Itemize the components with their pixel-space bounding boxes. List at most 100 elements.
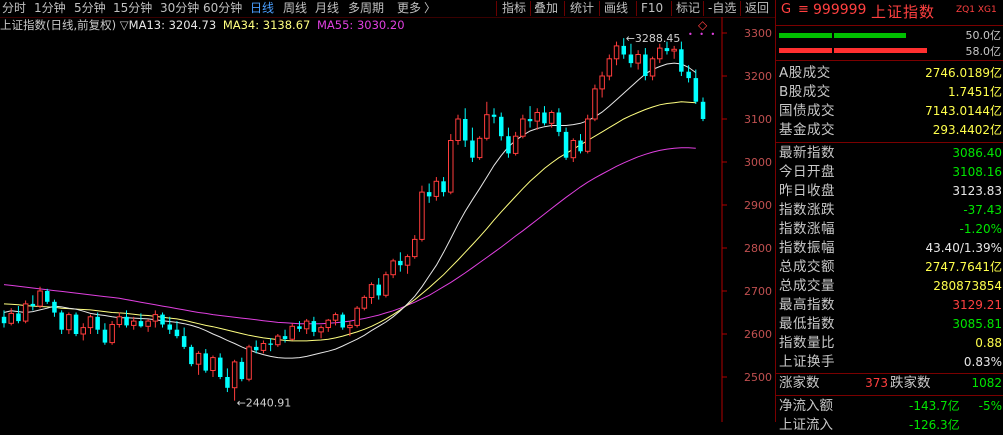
period-1[interactable]: 1分钟 [34,0,66,17]
chart-title: 上证指数(日线,前复权) [0,18,117,32]
cut-row: 上证流入 -126.3亿 [779,416,1002,435]
netflow-value: -143.7亿 [909,399,960,413]
candle [195,351,202,375]
y-tick-label: 3000 [744,156,772,169]
candle [174,321,180,339]
stat-row: 指数涨跌 -37.43 [779,201,1002,220]
menu-icon[interactable]: ≡ [798,2,809,17]
period-8[interactable]: 月线 [315,0,339,17]
stat-label: 最低指数 [779,316,835,332]
tool-5[interactable]: 标记 [676,0,700,17]
stat-row: 指数振幅 43.40/1.39% [779,239,1002,258]
candle [376,278,381,300]
candle [102,323,108,345]
netflow-label: 净流入额 [779,398,833,414]
candle [59,310,64,334]
candle [30,295,36,311]
period-7[interactable]: 周线 [283,0,307,17]
candle [570,138,577,162]
candle [463,108,468,147]
y-tick-label: 3300 [744,27,772,40]
tool-3[interactable]: 画线 [604,0,628,17]
stat-label: 指数量比 [779,335,835,351]
candle [246,344,252,382]
tool-0[interactable]: 指标 [502,0,526,17]
candle [332,312,339,326]
tool-4[interactable]: F10 [641,0,663,17]
stat-label: 指数振幅 [779,240,835,256]
tool-2[interactable]: 统计 [570,0,594,17]
stat-row: B股成交 1.7451亿 [779,83,1002,102]
collapse-triangle-icon[interactable]: ▽ [120,18,129,32]
candle [45,288,50,304]
period-10[interactable]: 更多 [397,0,421,17]
candle [297,321,302,332]
period-3[interactable]: 15分钟 [113,0,152,17]
stat-value: 0.83% [963,355,1002,369]
tool-6[interactable]: -自选 [708,0,736,17]
down-count-label: 跌家数 [890,375,931,391]
toolbar-divider [530,1,531,16]
more-dots-icon[interactable]: • • • [688,30,717,39]
panel-tag[interactable]: ZQ1 XG1 [956,5,997,15]
g-icon[interactable]: G [781,2,791,17]
more-chevron-icon[interactable]: 〉 [424,0,436,17]
period-2[interactable]: 5分钟 [74,0,106,17]
candle [484,101,490,141]
candle [657,43,663,64]
stat-label: 国债成交 [779,103,835,119]
candle [412,235,418,259]
stat-row: 指数量比 0.88 [779,334,1002,353]
stat-label: 上证换手 [779,354,835,370]
candle [368,282,375,304]
candle [95,312,100,334]
candle [131,316,137,330]
candle [37,286,43,309]
candle [448,134,454,195]
tool-7[interactable]: 返回 [745,0,769,17]
stat-row: 今日开盘 3108.16 [779,163,1002,182]
candle [520,114,526,139]
panel-header: G ≡ 999999 上证指数 ZQ1 XG1 [776,0,1003,22]
candle [383,271,389,298]
stat-value: 3108.16 [952,165,1002,179]
tool-1[interactable]: 叠加 [534,0,558,17]
candle [109,321,115,345]
down-count-value: 1082 [971,376,1002,390]
quote-panel: G ≡ 999999 上证指数 ZQ1 XG1 50.0亿 58.0亿 A股成交… [775,0,1003,433]
candle [643,48,648,81]
kline-chart-area[interactable]: ←3288.45 ←2440.91 3300 3200 3100 3000 2900 280… [0,17,775,422]
security-code: 999999 [813,2,867,18]
candle [340,312,345,330]
candle [275,334,281,347]
candle [203,349,208,373]
stat-label: 指数涨幅 [779,221,835,237]
candle [455,114,461,145]
period-toolbar: 分时 1分钟 5分钟 15分钟 30分钟 60分钟 日线 周线 月线 多周期 更多〉 指标 叠加 统计 画线… [0,0,775,18]
stat-row: 上证换手 0.83% [779,353,1002,372]
candle [534,108,540,130]
candle [433,177,440,201]
candle [354,306,360,328]
candle [491,108,497,124]
candlestick-chart[interactable]: ←3288.45 ←2440.91 3300 3200 3100 3000 2900 280… [0,17,775,422]
price-annotation: ←3288.45 [626,32,681,45]
ma55-line [3,147,696,325]
period-6[interactable]: 日线 [250,0,274,17]
period-9[interactable]: 多周期 [348,0,384,17]
ma34-label: MA34: 3138.67 [222,18,311,32]
stat-label: 总成交额 [779,259,835,275]
stat-row: 国债成交 7143.0144亿 [779,102,1002,121]
candle [606,54,613,81]
period-5[interactable]: 60分钟 [203,0,242,17]
y-tick-label: 2800 [744,242,772,255]
candle [361,295,368,311]
period-4[interactable]: 30分钟 [160,0,199,17]
candle [231,359,238,401]
candle [181,327,187,350]
candle [254,340,259,354]
toolbar-divider [599,1,600,16]
candle [512,131,519,156]
candle [160,312,165,328]
period-0[interactable]: 分时 [2,0,26,17]
